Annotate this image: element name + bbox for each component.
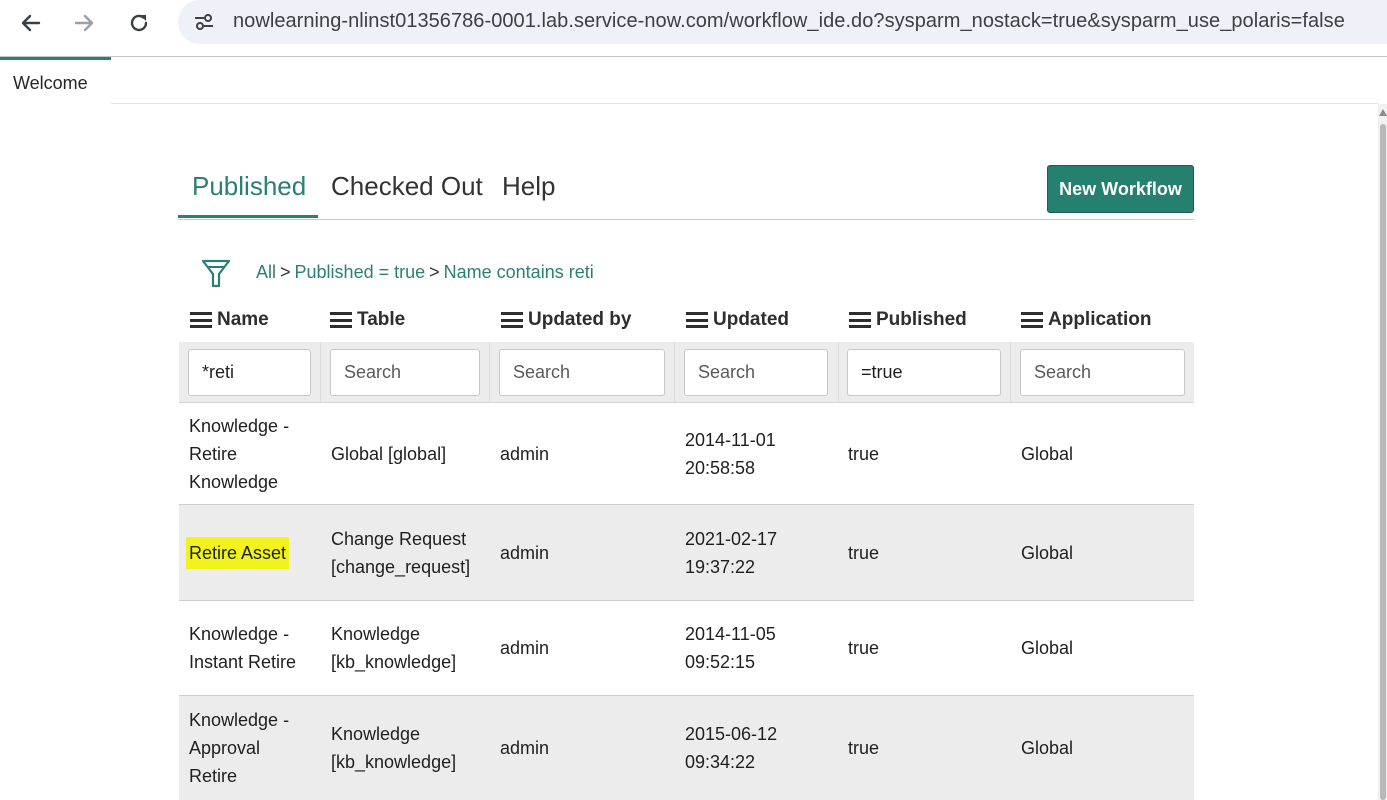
url-text[interactable]: nowlearning-nlinst01356786-0001.lab.serv… bbox=[233, 10, 1345, 33]
forward-arrow-icon bbox=[74, 14, 94, 32]
cell-application: Global bbox=[1021, 443, 1074, 464]
scrollbar-thumb[interactable] bbox=[1380, 124, 1386, 800]
site-info-button[interactable] bbox=[190, 9, 218, 35]
filter-funnel-icon[interactable] bbox=[200, 256, 232, 290]
column-divider bbox=[320, 342, 321, 402]
workflow-name-link[interactable]: Knowledge - Instant Retire bbox=[189, 620, 296, 676]
cell-published: true bbox=[848, 542, 880, 563]
cell-updated: 2014-11-01 20:58:58 bbox=[685, 429, 776, 478]
chrome-divider bbox=[0, 56, 1387, 57]
workflow-name-link[interactable]: Knowledge - Retire Knowledge bbox=[189, 412, 289, 496]
column-search-row bbox=[179, 342, 1194, 403]
search-input-updated[interactable] bbox=[684, 349, 828, 396]
site-info-icon bbox=[195, 14, 213, 30]
active-tab-indicator bbox=[178, 215, 318, 218]
cell-name: Knowledge - Approval Retire bbox=[189, 696, 289, 800]
address-bar[interactable]: nowlearning-nlinst01356786-0001.lab.serv… bbox=[178, 0, 1387, 44]
cell-application: Global bbox=[1021, 638, 1074, 658]
column-menu-icon[interactable] bbox=[849, 312, 871, 328]
cell-published: true bbox=[848, 443, 880, 464]
browser-toolbar: nowlearning-nlinst01356786-0001.lab.serv… bbox=[0, 0, 1387, 46]
cell-updated: 2015-06-12 09:34:22 bbox=[685, 724, 778, 772]
table-row[interactable]: Knowledge - Retire Knowledge Global [glo… bbox=[179, 403, 1194, 505]
workflow-name-link[interactable]: Retire Asset bbox=[186, 536, 290, 569]
breadcrumb-name-contains[interactable]: Name contains reti bbox=[444, 262, 594, 282]
tab-help[interactable]: Help bbox=[502, 171, 555, 202]
cell-table: Change Request [change_request] bbox=[331, 528, 471, 577]
cell-table: Global [global] bbox=[331, 443, 447, 464]
cell-updated: 2021-02-17 19:37:22 bbox=[685, 528, 778, 577]
breadcrumb-all[interactable]: All bbox=[256, 262, 276, 282]
workflow-name-link[interactable]: Knowledge - Approval Retire bbox=[189, 706, 289, 790]
scroll-up-arrow-icon[interactable] bbox=[1379, 109, 1387, 116]
table-row[interactable]: Retire Asset Change Request [change_reque… bbox=[179, 505, 1194, 601]
column-header-updated[interactable]: Updated bbox=[686, 300, 789, 340]
cell-application: Global bbox=[1021, 542, 1074, 563]
search-input-table[interactable] bbox=[330, 349, 480, 396]
breadcrumb-separator: > bbox=[429, 262, 440, 282]
column-divider bbox=[1010, 342, 1011, 402]
cell-updated-by: admin bbox=[500, 542, 550, 563]
search-input-application[interactable] bbox=[1020, 349, 1185, 396]
workflow-tabs: Published Checked Out Help bbox=[178, 165, 1194, 220]
column-menu-icon[interactable] bbox=[1021, 312, 1043, 328]
column-divider bbox=[838, 342, 839, 402]
search-input-name[interactable] bbox=[188, 349, 311, 396]
column-header-table[interactable]: Table bbox=[330, 300, 405, 340]
column-header-published[interactable]: Published bbox=[849, 300, 967, 340]
cell-name: Knowledge - Retire Knowledge bbox=[189, 403, 289, 504]
column-header-name[interactable]: Name bbox=[190, 300, 269, 340]
search-input-updated-by[interactable] bbox=[499, 349, 665, 396]
cell-updated-by: admin bbox=[500, 738, 550, 758]
tab-checked-out[interactable]: Checked Out bbox=[331, 171, 483, 202]
column-menu-icon[interactable] bbox=[190, 312, 212, 328]
search-input-published[interactable] bbox=[847, 349, 1001, 396]
column-divider bbox=[674, 342, 675, 402]
column-menu-icon[interactable] bbox=[330, 312, 352, 328]
forward-button[interactable] bbox=[65, 4, 103, 42]
cell-table: Knowledge [kb_knowledge] bbox=[331, 724, 457, 772]
tab-published[interactable]: Published bbox=[192, 171, 306, 202]
cell-published: true bbox=[848, 738, 880, 758]
cell-updated: 2014-11-05 09:52:15 bbox=[685, 624, 776, 672]
column-header-application[interactable]: Application bbox=[1021, 300, 1151, 340]
breadcrumb-separator: > bbox=[280, 262, 291, 282]
cell-name: Retire Asset bbox=[186, 505, 290, 600]
reload-button[interactable] bbox=[120, 4, 158, 42]
column-divider bbox=[489, 342, 490, 402]
tab-welcome[interactable]: Welcome bbox=[0, 57, 111, 104]
back-arrow-icon bbox=[21, 14, 41, 32]
cell-updated-by: admin bbox=[500, 443, 550, 464]
reload-icon bbox=[130, 14, 148, 32]
column-menu-icon[interactable] bbox=[686, 312, 708, 328]
cell-published: true bbox=[848, 638, 880, 658]
cell-application: Global bbox=[1021, 738, 1074, 758]
tab-welcome-label: Welcome bbox=[13, 73, 88, 93]
table-row[interactable]: Knowledge - Instant Retire Knowledge [kb_… bbox=[179, 601, 1194, 696]
cell-name: Knowledge - Instant Retire bbox=[189, 601, 296, 695]
cell-updated-by: admin bbox=[500, 638, 550, 658]
breadcrumb-published-true[interactable]: Published = true bbox=[295, 262, 426, 282]
new-workflow-button[interactable]: New Workflow bbox=[1047, 165, 1194, 213]
column-menu-icon[interactable] bbox=[501, 312, 523, 328]
column-header-updated-by[interactable]: Updated by bbox=[501, 300, 631, 340]
breadcrumb: All > Published = true > Name contains reti bbox=[256, 262, 594, 283]
cell-table: Knowledge [kb_knowledge] bbox=[331, 624, 457, 672]
back-button[interactable] bbox=[12, 4, 50, 42]
table-row[interactable]: Knowledge - Approval Retire Knowledge [kb… bbox=[179, 696, 1194, 800]
tabstrip-divider bbox=[111, 103, 1378, 104]
